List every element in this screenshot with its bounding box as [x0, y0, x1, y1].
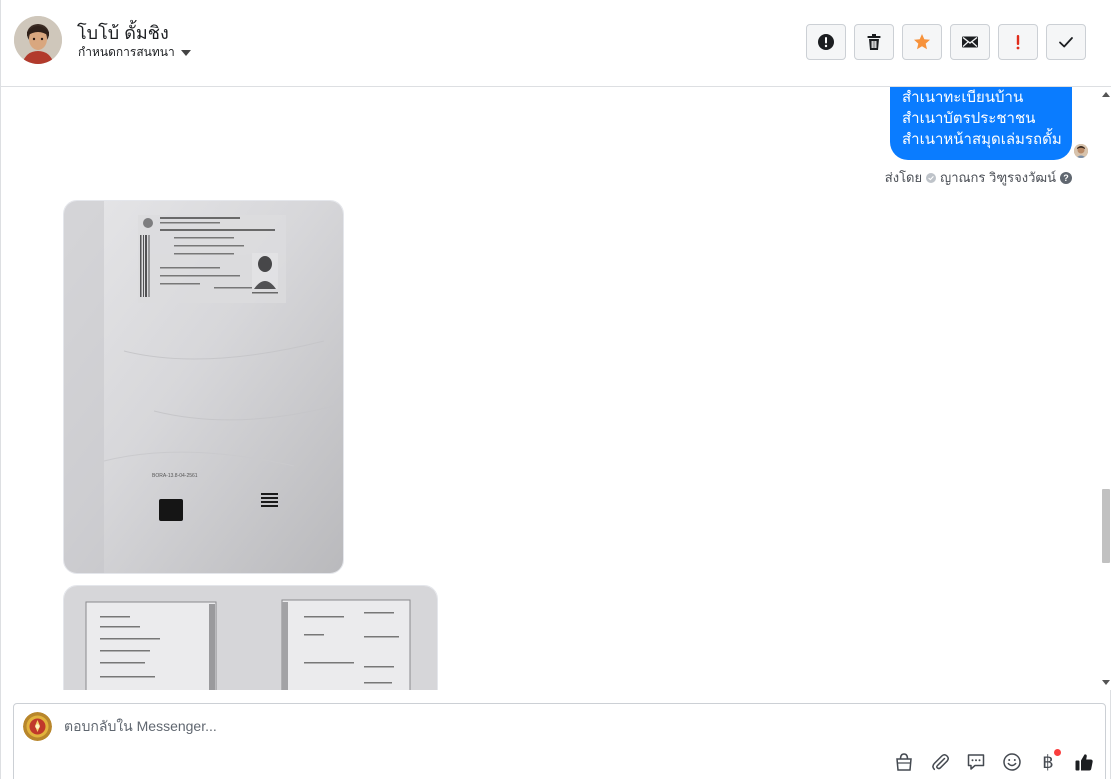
scroll-down-arrow-icon[interactable] [1102, 680, 1110, 685]
outgoing-message-bubble[interactable]: สำเนาทะเบียนบ้าน สำเนาบัตรประชาชน สำเนาห… [890, 87, 1072, 160]
saved-reply-icon [967, 754, 985, 770]
emoji-button[interactable] [1001, 751, 1023, 773]
baht-payment-icon: ฿ [1042, 751, 1054, 773]
shop-bag-icon [896, 753, 912, 771]
saved-reply-button[interactable] [965, 751, 987, 773]
star-icon [914, 34, 930, 50]
mark-done-button[interactable] [1046, 24, 1086, 60]
sender-name[interactable]: ญาณกร วิฑูรจงวัฒน์ [940, 167, 1056, 188]
thumbs-up-icon [1075, 754, 1093, 771]
delete-button[interactable] [854, 24, 894, 60]
message-line: สำเนาหน้าสมุดเล่มรถดั้ม [902, 131, 1062, 148]
check-icon [1059, 37, 1073, 48]
conversation-header: โบโบ้ ดั้มชิง กำหนดการสนทนา [1, 0, 1111, 87]
trash-icon [867, 34, 881, 50]
follow-up-button[interactable] [998, 24, 1038, 60]
sent-by-label: ส่งโดย [884, 170, 923, 185]
image-attachment-house-registration[interactable] [63, 585, 438, 690]
messenger-inbox-conversation: โบโบ้ ดั้มชิง กำหนดการสนทนา สำเนาทะเบียน… [0, 0, 1111, 779]
exclamation-icon [1016, 35, 1020, 50]
scroll-up-arrow-icon[interactable] [1102, 92, 1110, 97]
payment-button[interactable]: ฿ [1037, 749, 1061, 773]
sent-by-info: ส่งโดย ญาณกร วิฑูรจงวัฒน์ ? [885, 167, 1072, 188]
sender-mini-avatar [1074, 144, 1088, 158]
message-line: สำเนาบัตรประชาชน [902, 110, 1036, 127]
thread-scrollbar[interactable] [1100, 87, 1111, 690]
contact-avatar[interactable] [14, 16, 62, 64]
emoji-icon [1003, 753, 1021, 771]
notification-dot [1054, 749, 1061, 756]
composer-tools: ฿ [893, 749, 1095, 773]
assign-conversation-dropdown[interactable]: กำหนดการสนทนา [78, 43, 191, 62]
paperclip-icon [932, 754, 949, 771]
assign-label: กำหนดการสนทนา [78, 45, 175, 59]
image-attachment-id-card[interactable]: BORA-13.8-04-2561 [63, 200, 344, 574]
star-button[interactable] [902, 24, 942, 60]
shop-bag-button[interactable] [893, 751, 915, 773]
message-line: สำเนาทะเบียนบ้าน [902, 89, 1024, 106]
verified-check-icon [926, 172, 937, 183]
reply-composer: ฿ [13, 703, 1106, 779]
conversation-actions [806, 24, 1086, 60]
scroll-thumb[interactable] [1102, 489, 1110, 563]
page-avatar [23, 712, 52, 741]
caret-down-icon [180, 49, 191, 56]
message-thread[interactable]: สำเนาทะเบียนบ้าน สำเนาบัตรประชาชน สำเนาห… [1, 87, 1111, 690]
reply-input[interactable] [64, 716, 864, 736]
attach-file-button[interactable] [929, 751, 951, 773]
mark-unread-button[interactable] [950, 24, 990, 60]
alert-circle-icon [818, 34, 834, 50]
help-question-icon[interactable]: ? [1060, 171, 1072, 184]
mark-spam-button[interactable] [806, 24, 846, 60]
envelope-icon [962, 36, 978, 48]
photo-caption-text: BORA-13.8-04-2561 [152, 473, 198, 479]
like-button[interactable] [1073, 751, 1095, 773]
